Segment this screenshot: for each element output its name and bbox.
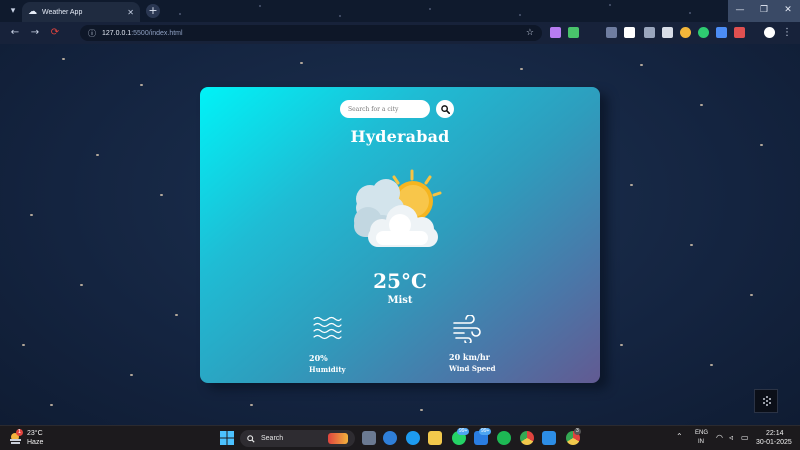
taskbar-weather-condition[interactable]: Haze: [27, 439, 43, 446]
copilot-icon[interactable]: [383, 431, 397, 445]
show-hidden-icons-chevron[interactable]: ⌃: [676, 432, 683, 441]
chrome-icon[interactable]: [520, 431, 534, 445]
address-bar[interactable]: ⓘ 127.0.0.1:5500/index.html ☆: [80, 25, 542, 41]
menu-icon[interactable]: ⋮: [780, 26, 794, 40]
star-icon[interactable]: ☆: [526, 28, 534, 38]
humidity-label: Humidity: [309, 365, 346, 374]
cloud-favicon-icon: ☁: [28, 6, 37, 17]
close-window-button[interactable]: ✕: [776, 0, 800, 22]
file-explorer-icon[interactable]: [428, 431, 442, 445]
cloud-sun-icon: [354, 169, 442, 247]
weather-condition: Mist: [387, 295, 413, 306]
watermark-logo: [754, 389, 778, 413]
extension-icon[interactable]: [716, 27, 727, 38]
tab-weather-app[interactable]: ☁ Weather App ✕: [22, 2, 140, 22]
extension-icon[interactable]: [644, 27, 655, 38]
clock-time[interactable]: 22:14: [766, 430, 784, 437]
page-background: Hyderabad: [0, 44, 800, 425]
site-info-icon[interactable]: ⓘ: [88, 28, 96, 39]
extension-icon[interactable]: [568, 27, 579, 38]
wind-icon: [453, 315, 481, 343]
extension-icon[interactable]: [550, 27, 561, 38]
new-tab-button[interactable]: +: [146, 4, 160, 18]
back-arrow-icon[interactable]: ←: [8, 26, 22, 40]
clock-date[interactable]: 30-01-2025: [756, 439, 792, 446]
url-text[interactable]: 127.0.0.1:5500/index.html: [102, 30, 520, 37]
extension-icon[interactable]: [624, 27, 635, 38]
vscode-icon[interactable]: [542, 431, 556, 445]
windows-start-icon[interactable]: [220, 431, 234, 445]
city-search-input[interactable]: [340, 100, 430, 118]
spotify-icon[interactable]: [497, 431, 511, 445]
humidity-waves-icon: [313, 316, 342, 340]
weather-card: Hyderabad: [200, 87, 600, 383]
tab-search-icon[interactable]: ▾: [6, 4, 20, 18]
tab-title: Weather App: [42, 8, 83, 16]
edge-icon[interactable]: [406, 431, 420, 445]
logo-icon: [763, 396, 771, 406]
city-name: Hyderabad: [350, 127, 450, 146]
wind-speed-label: Wind Speed: [449, 364, 496, 373]
taskbar-search-label: Search: [261, 435, 284, 442]
taskbar-temperature[interactable]: 23°C: [27, 430, 43, 437]
extension-icon[interactable]: [606, 27, 617, 38]
battery-icon[interactable]: ▭: [741, 433, 749, 442]
notification-badge: 3: [574, 428, 581, 435]
extension-icon[interactable]: [734, 27, 745, 38]
whatsapp-icon[interactable]: [698, 27, 709, 38]
language-region[interactable]: IN: [698, 439, 704, 445]
taskbar-search[interactable]: Search: [240, 430, 355, 447]
browser-toolbar: ← → ⟳ ⓘ 127.0.0.1:5500/index.html ☆ ⋮: [0, 22, 800, 44]
language-indicator[interactable]: ENG: [695, 430, 708, 436]
search-icon: [247, 434, 255, 443]
task-view-icon[interactable]: [362, 431, 376, 445]
weather-badge: 1: [16, 429, 23, 436]
taskbar: 1 23°C Haze Search 99+ 99+ 3 ⌃ ENG IN ◠ …: [0, 425, 800, 450]
wind-speed-value: 20 km/hr: [449, 352, 490, 362]
wifi-icon[interactable]: ◠: [716, 433, 723, 442]
close-tab-icon[interactable]: ✕: [127, 8, 134, 17]
notification-badge: 99+: [479, 428, 492, 435]
notification-badge: 99+: [457, 428, 470, 435]
extension-icon[interactable]: [662, 27, 673, 38]
restore-button[interactable]: ❐: [752, 0, 776, 22]
profile-avatar[interactable]: [764, 27, 775, 38]
volume-icon[interactable]: ◃: [729, 433, 733, 442]
temperature-value: 25°C: [373, 269, 427, 293]
humidity-value: 20%: [309, 353, 328, 363]
search-icon: [440, 104, 450, 114]
search-highlight-icon: [328, 433, 348, 444]
minimize-button[interactable]: —: [728, 0, 752, 22]
extension-icon[interactable]: [680, 27, 691, 38]
search-button[interactable]: [436, 100, 454, 118]
browser-tab-bar: ▾ ☁ Weather App ✕ + — ❐ ✕: [0, 0, 800, 22]
forward-arrow-icon[interactable]: →: [28, 26, 42, 40]
reload-icon[interactable]: ⟳: [48, 26, 62, 40]
